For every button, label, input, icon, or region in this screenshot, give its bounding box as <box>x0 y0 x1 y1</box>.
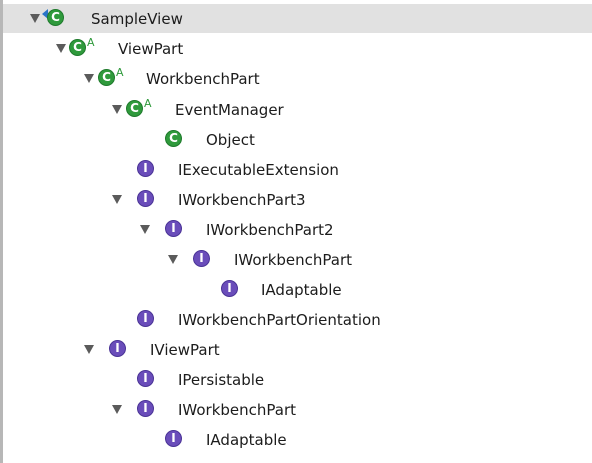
disclosure-triangle-icon[interactable] <box>112 195 122 204</box>
tree-row-eventmanager[interactable]: C A EventManager <box>3 95 592 124</box>
tree-row-viewpart[interactable]: C A ViewPart <box>3 34 592 63</box>
tree-row-label: IAdaptable <box>206 431 287 449</box>
tree-row-iworkbenchpart[interactable]: I IWorkbenchPart <box>3 245 592 274</box>
interface-icon: I <box>221 280 238 297</box>
disclosure-triangle-icon[interactable] <box>140 225 150 234</box>
abstract-marker: A <box>116 66 124 79</box>
tree-row-iworkbenchpart-2[interactable]: I IWorkbenchPart <box>3 395 592 424</box>
interface-icon: I <box>137 400 154 417</box>
disclosure-triangle-icon[interactable] <box>30 14 40 23</box>
tree-row-iadaptable-2[interactable]: I IAdaptable <box>3 425 592 454</box>
type-hierarchy-tree[interactable]: C SampleView C A ViewPart C A WorkbenchP… <box>0 0 592 463</box>
disclosure-triangle-icon[interactable] <box>112 105 122 114</box>
interface-icon: I <box>109 340 126 357</box>
tree-row-label: ViewPart <box>118 40 184 58</box>
tree-row-label: SampleView <box>91 10 183 28</box>
tree-row-label: IAdaptable <box>261 281 342 299</box>
tree-row-label: EventManager <box>175 101 284 119</box>
class-icon: C <box>126 100 143 117</box>
tree-row-sampleview[interactable]: C SampleView <box>3 4 592 33</box>
interface-icon: I <box>193 250 210 267</box>
interface-icon: I <box>137 190 154 207</box>
tree-row-iworkbenchpart2[interactable]: I IWorkbenchPart2 <box>3 215 592 244</box>
tree-row-label: IViewPart <box>150 341 220 359</box>
tree-row-label: Object <box>206 131 255 149</box>
tree-row-iviewpart[interactable]: I IViewPart <box>3 335 592 364</box>
tree-row-label: IWorkbenchPartOrientation <box>178 311 381 329</box>
class-icon: C <box>98 69 115 86</box>
tree-row-label: IWorkbenchPart <box>234 251 353 269</box>
abstract-marker: A <box>144 97 152 110</box>
disclosure-triangle-icon[interactable] <box>84 345 94 354</box>
interface-icon: I <box>165 220 182 237</box>
interface-icon: I <box>137 310 154 327</box>
tree-row-label: IExecutableExtension <box>178 161 339 179</box>
interface-icon: I <box>165 430 182 447</box>
abstract-marker: A <box>87 36 95 49</box>
interface-icon: I <box>137 370 154 387</box>
tree-row-object[interactable]: C Object <box>3 125 592 154</box>
tree-row-label: IWorkbenchPart <box>178 401 297 419</box>
tree-row-iworkbenchpart3[interactable]: I IWorkbenchPart3 <box>3 185 592 214</box>
class-icon: C <box>69 39 86 56</box>
tree-row-iadaptable[interactable]: I IAdaptable <box>3 275 592 304</box>
disclosure-triangle-icon[interactable] <box>84 74 94 83</box>
tree-row-label: WorkbenchPart <box>146 70 260 88</box>
tree-row-workbenchpart[interactable]: C A WorkbenchPart <box>3 64 592 93</box>
class-icon: C <box>47 9 64 26</box>
disclosure-triangle-icon[interactable] <box>56 44 66 53</box>
interface-icon: I <box>137 160 154 177</box>
disclosure-triangle-icon[interactable] <box>112 405 122 414</box>
tree-row-label: IPersistable <box>178 371 265 389</box>
class-icon: C <box>165 130 182 147</box>
tree-row-label: IWorkbenchPart2 <box>206 221 334 239</box>
tree-row-iexecutableextension[interactable]: I IExecutableExtension <box>3 155 592 184</box>
tree-row-label: IWorkbenchPart3 <box>178 191 306 209</box>
tree-row-iworkbenchpartorientation[interactable]: I IWorkbenchPartOrientation <box>3 305 592 334</box>
tree-row-ipersistable[interactable]: I IPersistable <box>3 365 592 394</box>
disclosure-triangle-icon[interactable] <box>168 255 178 264</box>
